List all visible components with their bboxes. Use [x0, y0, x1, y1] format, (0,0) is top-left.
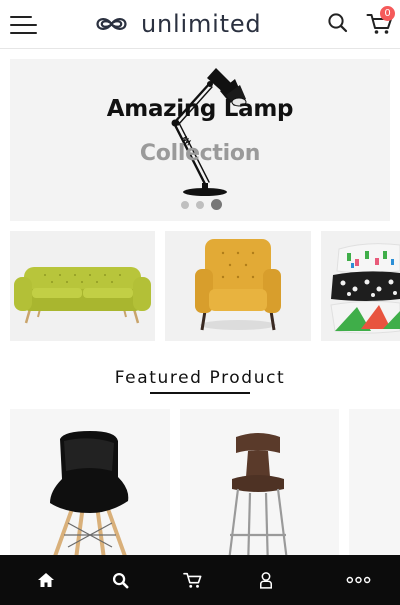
slider-dots [181, 199, 229, 210]
slider-dot-3[interactable] [211, 199, 222, 210]
nav-search-icon[interactable] [95, 555, 145, 605]
nav-cart-icon[interactable] [168, 555, 218, 605]
armchair-image [195, 239, 281, 331]
hero-banner[interactable]: Amazing Lamp Collection [10, 59, 390, 221]
bar-stool-image [226, 433, 290, 569]
category-card-armchair[interactable] [165, 231, 311, 341]
category-card-sofa[interactable] [10, 231, 155, 341]
nav-more-icon[interactable] [333, 555, 383, 605]
slider-dot-2[interactable] [196, 200, 204, 209]
featured-heading: Featured Product [114, 368, 286, 388]
hero-title: Amazing Lamp [106, 96, 294, 122]
hamburger-menu-icon[interactable] [10, 14, 37, 36]
lamp-image [171, 68, 247, 196]
product-card-chair[interactable] [10, 409, 170, 569]
infinity-logo-icon [96, 18, 127, 30]
top-header: unlimited 0 [0, 0, 400, 49]
hero-subtitle: Collection [139, 141, 261, 166]
slider-dot-1[interactable] [181, 200, 189, 209]
app-screen: unlimited 0 Amazing Lamp Collection Feat… [0, 0, 400, 605]
featured-underline [150, 392, 250, 394]
category-card-cushions[interactable] [321, 231, 400, 341]
nav-user-icon[interactable] [241, 555, 291, 605]
cushions-image [330, 243, 400, 334]
search-icon[interactable] [327, 12, 349, 34]
brand-logo[interactable]: unlimited [95, 8, 261, 40]
product-card-bar-stool[interactable] [180, 409, 339, 569]
product-card-partial[interactable] [349, 409, 400, 569]
sofa-image [14, 267, 151, 324]
bottom-navigation [0, 555, 400, 605]
nav-home-icon[interactable] [21, 555, 71, 605]
cart-count-badge: 0 [380, 6, 395, 21]
chair-image [50, 431, 129, 561]
logo-text: unlimited [141, 10, 262, 38]
